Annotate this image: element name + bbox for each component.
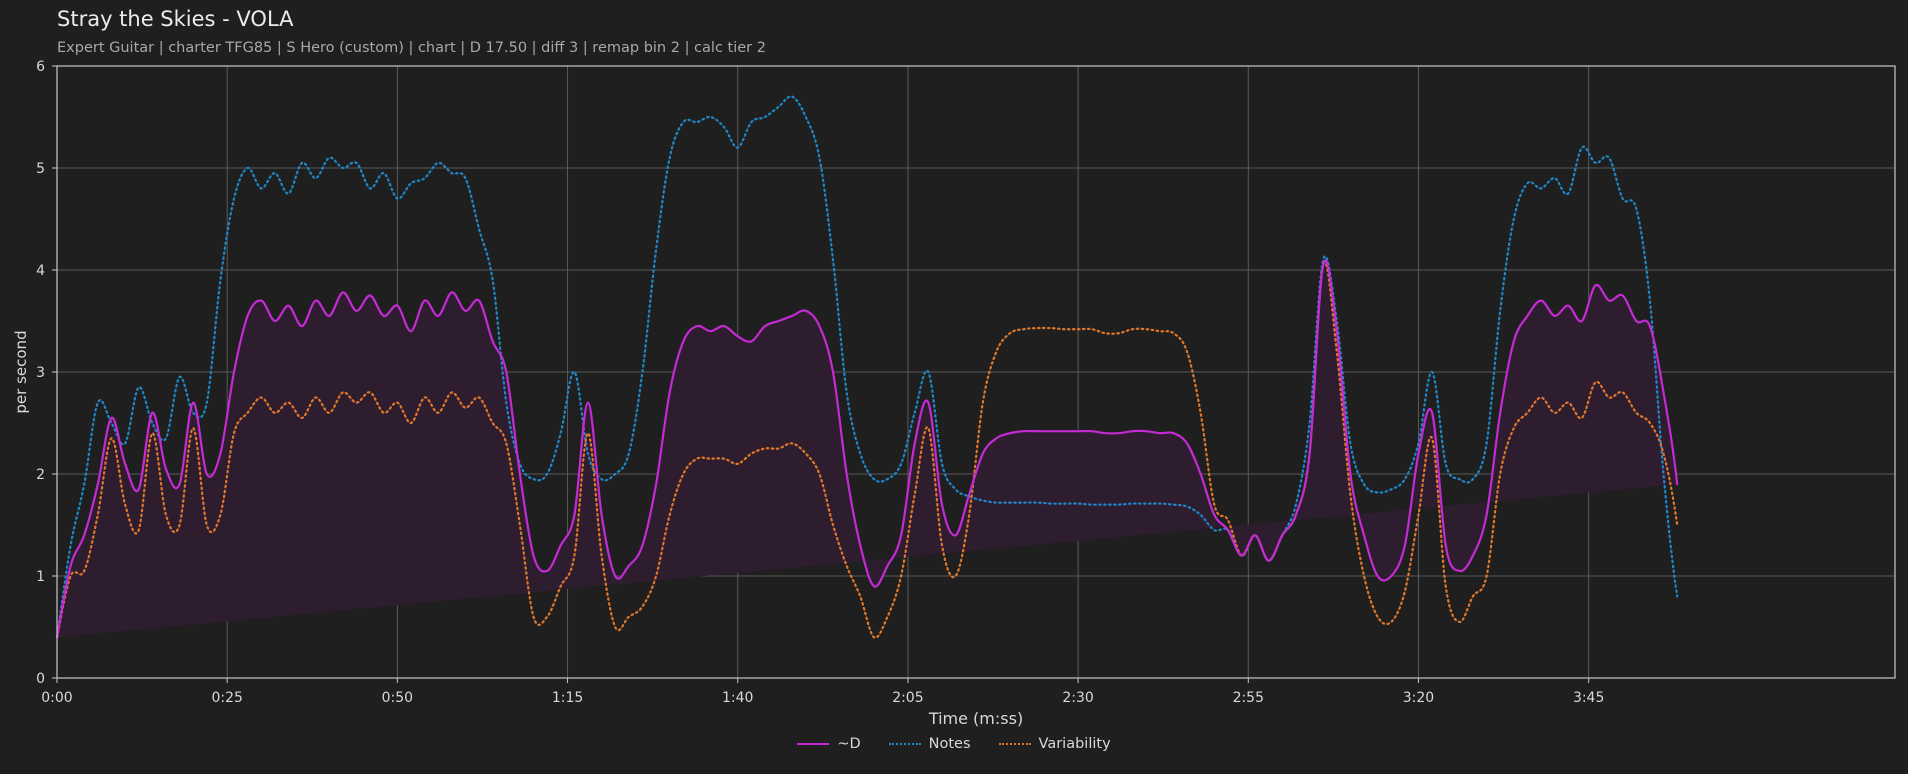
legend-label-variability: Variability	[1038, 736, 1111, 752]
y-tick-label: 1	[36, 569, 45, 585]
x-tick-label: 3:45	[1573, 690, 1604, 706]
legend-swatch-notes	[888, 743, 921, 745]
x-tick-label: 0:50	[382, 690, 413, 706]
y-tick-label: 3	[36, 365, 45, 381]
x-tick-label: 1:15	[552, 690, 583, 706]
x-tick-label: 0:00	[41, 690, 72, 706]
x-tick-label: 2:05	[892, 690, 923, 706]
x-tick-label: 3:20	[1403, 690, 1434, 706]
legend-item-variability: Variability	[998, 736, 1111, 752]
x-tick-label: 2:30	[1062, 690, 1093, 706]
x-tick-label: 1:40	[722, 690, 753, 706]
legend-item-d: ~D	[797, 736, 861, 752]
legend-swatch-d	[797, 743, 830, 745]
legend-label-notes: Notes	[928, 736, 971, 752]
legend-swatch-variability	[998, 743, 1031, 745]
x-tick-label: 2:55	[1233, 690, 1264, 706]
x-tick-label: 0:25	[211, 690, 242, 706]
x-axis-label: Time (m:ss)	[928, 709, 1023, 728]
y-tick-label: 0	[36, 671, 45, 687]
line-chart: 0 1 2 3 4 5 6 0:00 0:25 0:50 1:15 1:40 2:05 2:30 2:55 3…	[12, 59, 1896, 728]
y-tick-label: 5	[36, 161, 45, 177]
legend: ~D Notes Variability	[0, 736, 1908, 752]
y-tick-label: 4	[36, 263, 45, 279]
y-axis-label: per second	[12, 330, 30, 413]
legend-label-d: ~D	[837, 736, 861, 752]
y-tick-label: 6	[36, 59, 45, 75]
legend-item-notes: Notes	[888, 736, 971, 752]
chart-window: Stray the Skies - VOLA Expert Guitar | c…	[0, 0, 1908, 774]
y-tick-label: 2	[36, 467, 45, 483]
